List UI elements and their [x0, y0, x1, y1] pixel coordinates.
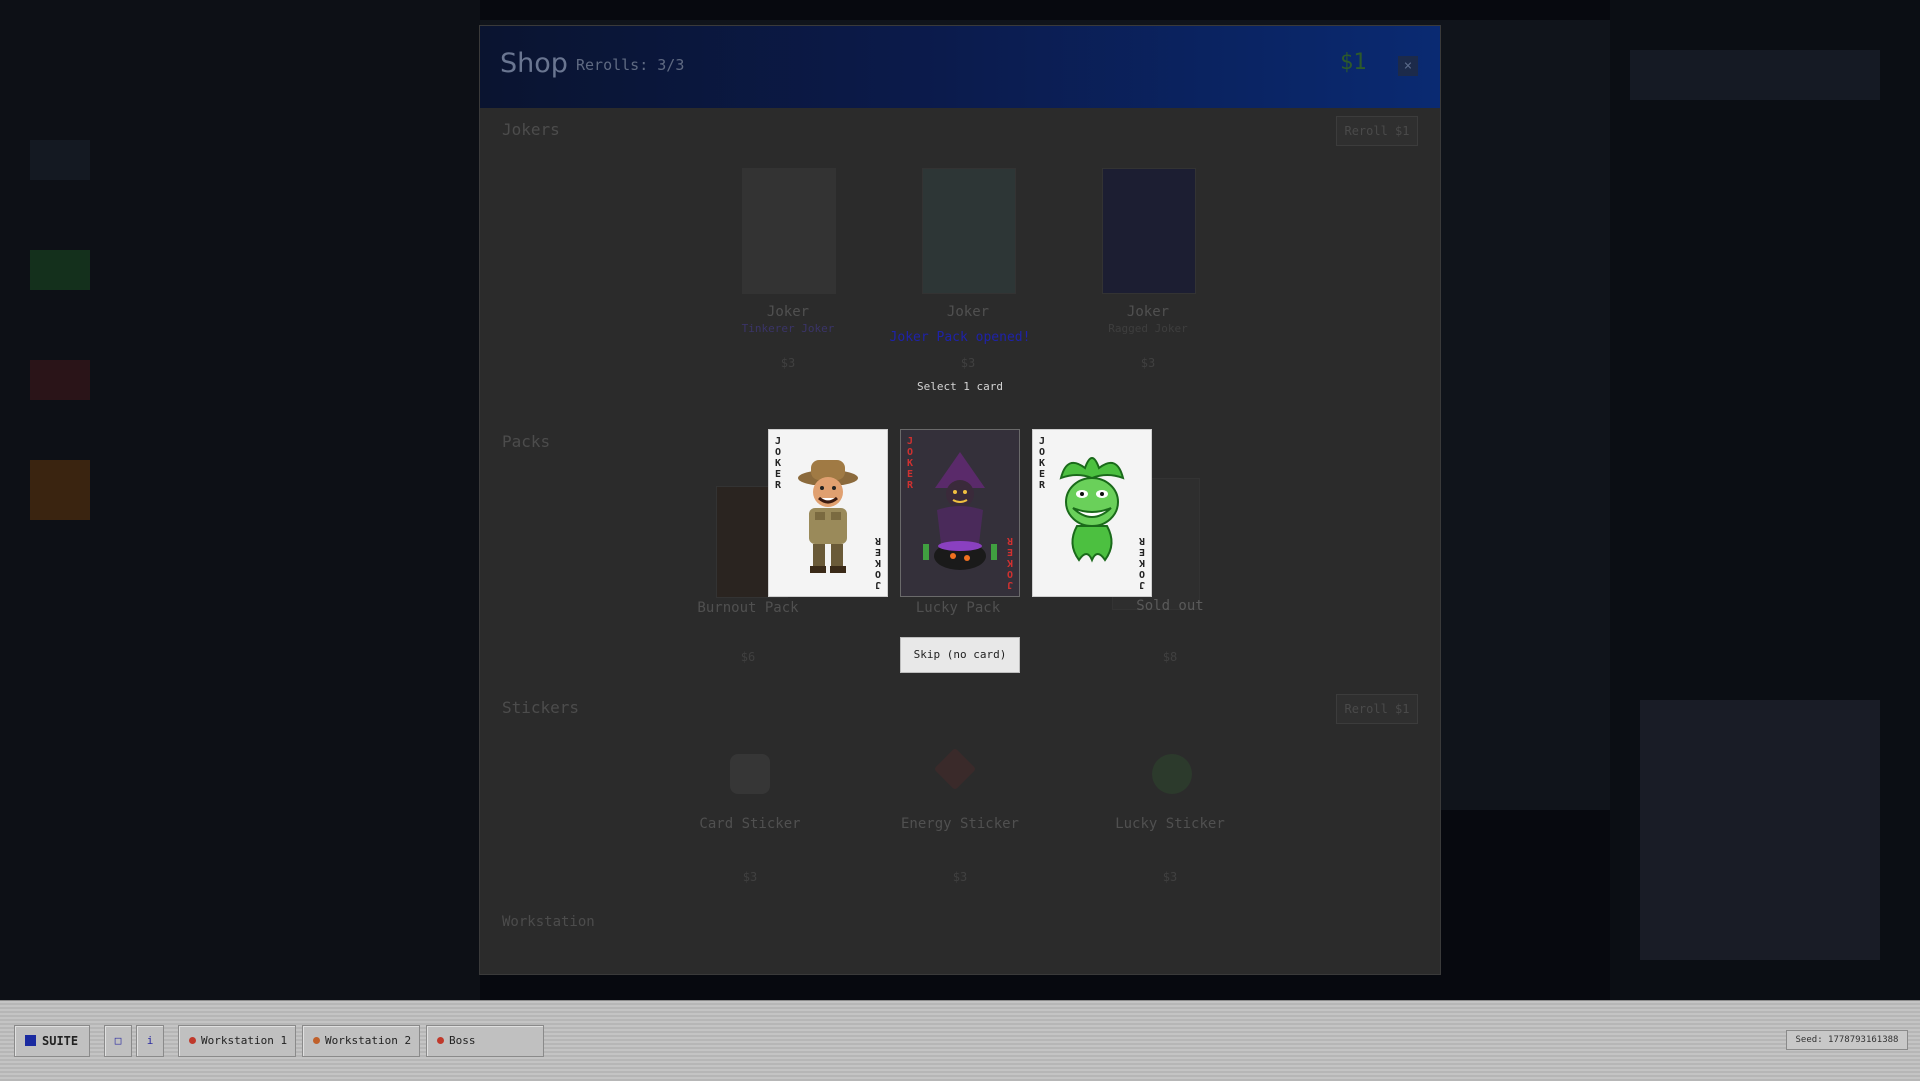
rerolls-counter: Rerolls: 3/3: [576, 56, 685, 74]
pack-choice-card[interactable]: JOKER JOKER: [900, 429, 1020, 597]
sticker-name: Energy Sticker: [900, 816, 1019, 832]
sticker-price: $3: [742, 870, 758, 884]
status-dot-icon: [313, 1037, 320, 1044]
background-block: [30, 140, 90, 180]
joker-price: $3: [780, 356, 796, 370]
background-block: [30, 460, 90, 520]
stickers-reroll-button[interactable]: Reroll $1: [1336, 694, 1418, 724]
pack-opened-message: Joker Pack opened!: [889, 330, 1031, 345]
shop-header: Shop Rerolls: 3/3 $1 ×: [480, 26, 1440, 108]
background-block: [1630, 50, 1880, 100]
green-jester-icon: [1059, 457, 1125, 563]
sticker-price: $3: [1162, 870, 1178, 884]
sticker-name: Card Sticker: [699, 816, 801, 832]
joker-price: $3: [1140, 356, 1156, 370]
jokers-section-label: Jokers: [502, 120, 560, 139]
witch-joker-icon: [923, 452, 997, 570]
card-corner-label: JOKER: [1138, 535, 1145, 590]
pack-name: Burnout Pack: [697, 600, 799, 616]
packs-section-label: Packs: [502, 432, 551, 451]
skip-card-button[interactable]: Skip (no card): [900, 637, 1020, 673]
window-toggle-button[interactable]: □: [104, 1025, 132, 1057]
background-block: [1640, 700, 1880, 960]
joker-card[interactable]: [1102, 168, 1196, 294]
safari-joker-icon: [798, 460, 858, 573]
select-card-label: Select 1 card: [916, 380, 1004, 393]
sticker-price: $3: [952, 870, 968, 884]
info-button[interactable]: i: [136, 1025, 164, 1057]
money-display: $1: [1340, 50, 1367, 75]
lucky-sticker-icon[interactable]: [1152, 754, 1192, 794]
suite-logo-icon: [25, 1035, 36, 1046]
suite-label: SUITE: [42, 1034, 79, 1048]
background-left-sidebar: [0, 0, 480, 1000]
joker-name: Joker: [946, 304, 990, 320]
pack-sold-out-label: Sold out: [1136, 598, 1204, 614]
taskbar-tab-label: Boss: [449, 1034, 476, 1047]
status-dot-icon: [189, 1037, 196, 1044]
energy-sticker-icon[interactable]: [933, 747, 977, 791]
card-corner-label: JOKER: [874, 535, 881, 590]
joker-price: $3: [960, 356, 976, 370]
pack-price: $8: [1162, 650, 1178, 664]
sticker-name: Lucky Sticker: [1115, 816, 1225, 832]
taskbar-tab-workstation-1[interactable]: Workstation 1: [178, 1025, 296, 1057]
taskbar-tab-workstation-2[interactable]: Workstation 2: [302, 1025, 420, 1057]
card-corner-label: JOKER: [775, 436, 782, 491]
joker-card[interactable]: [922, 168, 1016, 294]
taskbar: SUITE □ i Workstation 1 Workstation 2 Bo…: [0, 1000, 1920, 1081]
pack-choice-card[interactable]: JOKER JOKER: [1032, 429, 1152, 597]
background-block: [30, 250, 90, 290]
pack-name: Lucky Pack: [915, 600, 1001, 616]
taskbar-tab-label: Workstation 2: [325, 1034, 412, 1047]
close-icon[interactable]: ×: [1398, 56, 1418, 76]
joker-card[interactable]: [742, 168, 836, 294]
joker-name: Joker: [1126, 304, 1170, 320]
taskbar-tab-boss[interactable]: Boss: [426, 1025, 544, 1057]
seed-display: Seed: 1778793161388: [1786, 1030, 1908, 1050]
stickers-section-label: Stickers: [502, 698, 580, 717]
pack-price: $6: [740, 650, 756, 664]
shop-title: Shop: [500, 48, 568, 79]
joker-name: Joker: [766, 304, 810, 320]
background-right-sidebar: [1610, 0, 1920, 1000]
suite-start-button[interactable]: SUITE: [14, 1025, 90, 1057]
card-sticker-icon[interactable]: [730, 754, 770, 794]
pack-choice-card[interactable]: JOKER JOKER: [768, 429, 888, 597]
card-corner-label: JOKER: [1006, 535, 1013, 590]
card-corner-label: JOKER: [907, 436, 914, 491]
card-corner-label: JOKER: [1039, 436, 1046, 491]
status-dot-icon: [437, 1037, 444, 1044]
taskbar-tab-label: Workstation 1: [201, 1034, 288, 1047]
workstation-section-label: Workstation: [502, 914, 595, 930]
jokers-reroll-button[interactable]: Reroll $1: [1336, 116, 1418, 146]
